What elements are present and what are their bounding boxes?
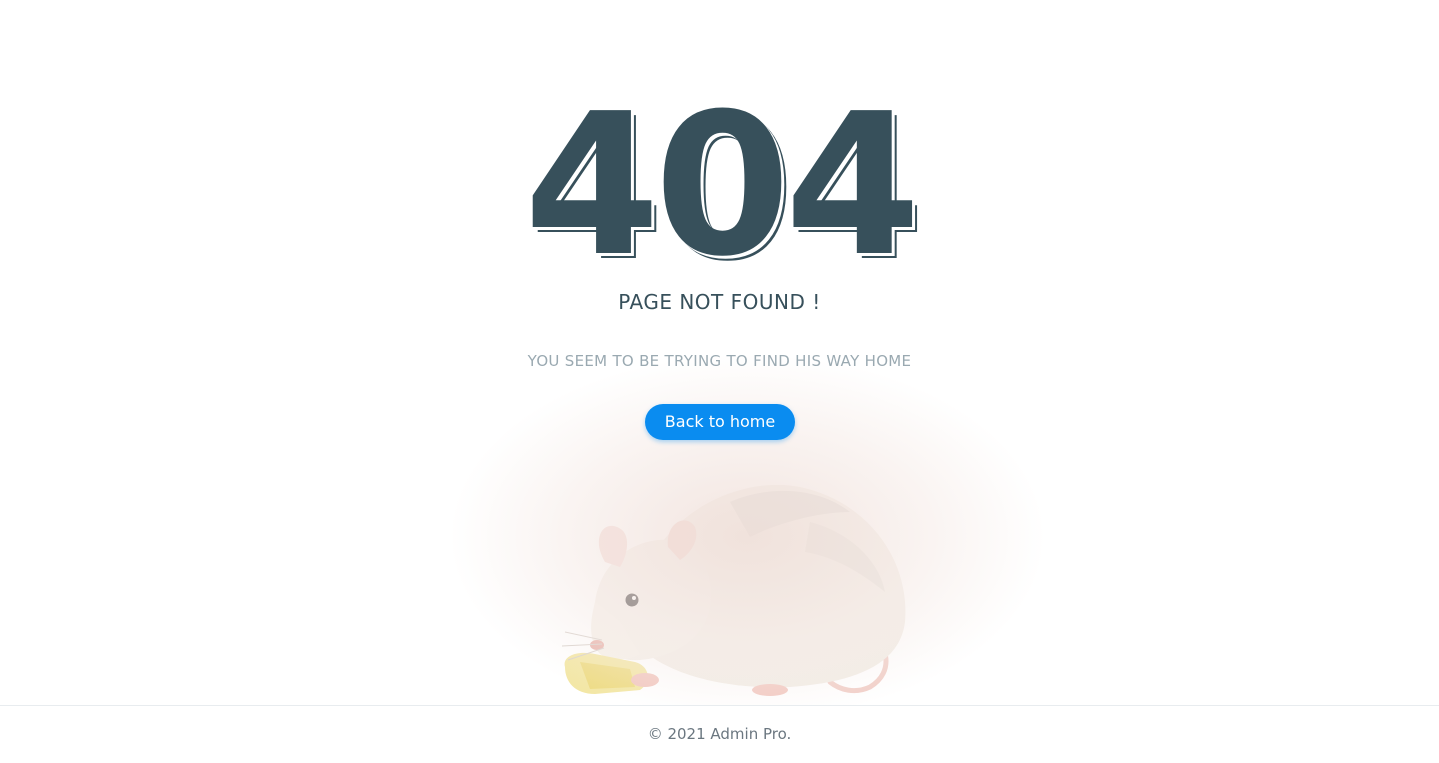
copyright-text: © 2021 Admin Pro. — [647, 725, 792, 743]
page-subtitle: YOU SEEM TO BE TRYING TO FIND HIS WAY HO… — [527, 352, 912, 370]
hero-section: 404 PAGE NOT FOUND ! YOU SEEM TO BE TRYI… — [0, 0, 1439, 705]
rat-illustration — [350, 262, 1145, 705]
footer: © 2021 Admin Pro. — [0, 705, 1439, 763]
error-page: 404 PAGE NOT FOUND ! YOU SEEM TO BE TRYI… — [0, 0, 1439, 763]
back-to-home-button[interactable]: Back to home — [645, 404, 795, 440]
page-title: PAGE NOT FOUND ! — [618, 290, 821, 314]
background-glow — [350, 262, 1145, 705]
error-code: 404 — [523, 72, 921, 300]
